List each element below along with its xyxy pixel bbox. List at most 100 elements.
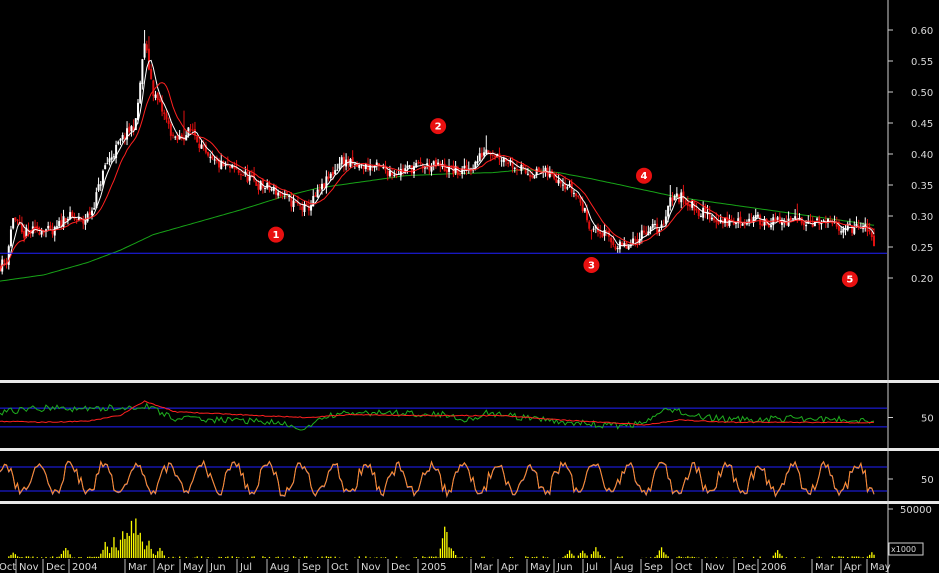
x-tick-label: 2005 [421, 562, 446, 573]
candle-body [605, 230, 608, 232]
volume-bar [439, 548, 441, 558]
volume-bar [838, 556, 840, 558]
candle-body [388, 171, 391, 177]
candle-body [294, 201, 297, 203]
volume-bar [56, 556, 58, 558]
volume-bar [108, 553, 111, 558]
volume-bar [133, 533, 135, 558]
volume-unit-label: x1000 [891, 545, 916, 554]
candle-body [305, 203, 308, 206]
candle-body [172, 134, 175, 136]
candle-body [590, 229, 593, 232]
candle-body [143, 43, 146, 58]
volume-bar [759, 556, 761, 558]
volume-bar [161, 550, 163, 558]
candle-body [811, 222, 814, 227]
candle-body [349, 159, 352, 167]
candle-body [156, 92, 159, 101]
volume-bar [444, 526, 446, 558]
candle-body [816, 218, 819, 221]
volume-bar [735, 557, 737, 558]
volume-bar [200, 556, 203, 558]
candle-body [684, 200, 687, 204]
volume-bar [238, 557, 240, 558]
candle-body [483, 152, 486, 156]
candle-body [754, 215, 757, 219]
volume-bar [358, 556, 360, 558]
x-tick-label: Jun [209, 562, 226, 573]
osc2-tick-label: 50 [921, 475, 934, 486]
separator-1 [0, 380, 939, 383]
volume-bar [831, 556, 834, 558]
candle-body [58, 221, 61, 227]
candle-body [12, 218, 15, 229]
candle-body [643, 230, 645, 233]
volume-bar [8, 556, 10, 558]
volume-bar [58, 556, 60, 558]
candle-body [106, 163, 109, 165]
volume-bar [277, 556, 279, 558]
candle-body [119, 138, 122, 141]
volume-bar [130, 520, 133, 558]
candle-body [128, 126, 131, 133]
candle-body [533, 176, 536, 179]
candle-body [776, 217, 779, 220]
volume-bar [422, 556, 424, 558]
candle-body [645, 232, 648, 235]
candle-body [64, 218, 67, 222]
candle-body [158, 98, 161, 102]
volume-bar [395, 556, 398, 558]
candle-body [202, 145, 205, 147]
volume-bar [851, 556, 853, 558]
volume-bar [231, 556, 233, 558]
volume-bar [148, 540, 150, 558]
candle-body [485, 149, 488, 155]
candle-body [559, 180, 562, 184]
candle-body [500, 160, 503, 162]
wave-marker-label: 1 [273, 230, 280, 241]
volume-bar [542, 556, 544, 558]
volume-bar [67, 550, 69, 558]
volume-bar [772, 555, 774, 558]
candle-body [612, 241, 615, 246]
candle-body [756, 214, 759, 217]
candle-body [406, 165, 409, 169]
candle-body [713, 217, 716, 221]
volume-bar [168, 557, 170, 558]
volume-bar [299, 557, 301, 558]
x-tick-label: Apr [501, 562, 519, 573]
candle-body [91, 210, 93, 215]
candle-body [189, 129, 192, 131]
y-tick-label: 0.50 [911, 88, 933, 99]
x-tick-label: Dec [391, 562, 410, 573]
volume-tick-label: 50000 [900, 505, 932, 516]
x-tick-label: Nov [705, 562, 725, 573]
volume-bar [527, 556, 529, 558]
candle-body [428, 164, 431, 171]
candle-body [695, 209, 698, 211]
volume-bar [869, 554, 871, 558]
volume-bar [139, 532, 141, 558]
candle-body [445, 169, 448, 173]
candle-body [653, 223, 656, 225]
osc1-tick-label: 50 [921, 414, 934, 425]
candle-body [840, 231, 843, 233]
candle-body [248, 176, 251, 181]
x-tick-label: Apr [157, 562, 175, 573]
candle-body [789, 217, 792, 221]
candle-body [791, 218, 794, 220]
volume-bar [461, 556, 463, 558]
candle-body [531, 175, 534, 178]
volume-bar [446, 531, 448, 558]
candle-body [40, 230, 43, 235]
candle-body [99, 184, 102, 186]
separator-2 [0, 448, 939, 451]
x-tick-label: Jul [239, 562, 252, 573]
wave-marker-label: 3 [588, 260, 595, 271]
volume-bar [547, 557, 549, 558]
volume-bar [441, 538, 444, 558]
candle-body [246, 171, 249, 182]
candle-body [761, 223, 764, 226]
candle-body [49, 225, 52, 230]
candle-body [870, 232, 873, 238]
